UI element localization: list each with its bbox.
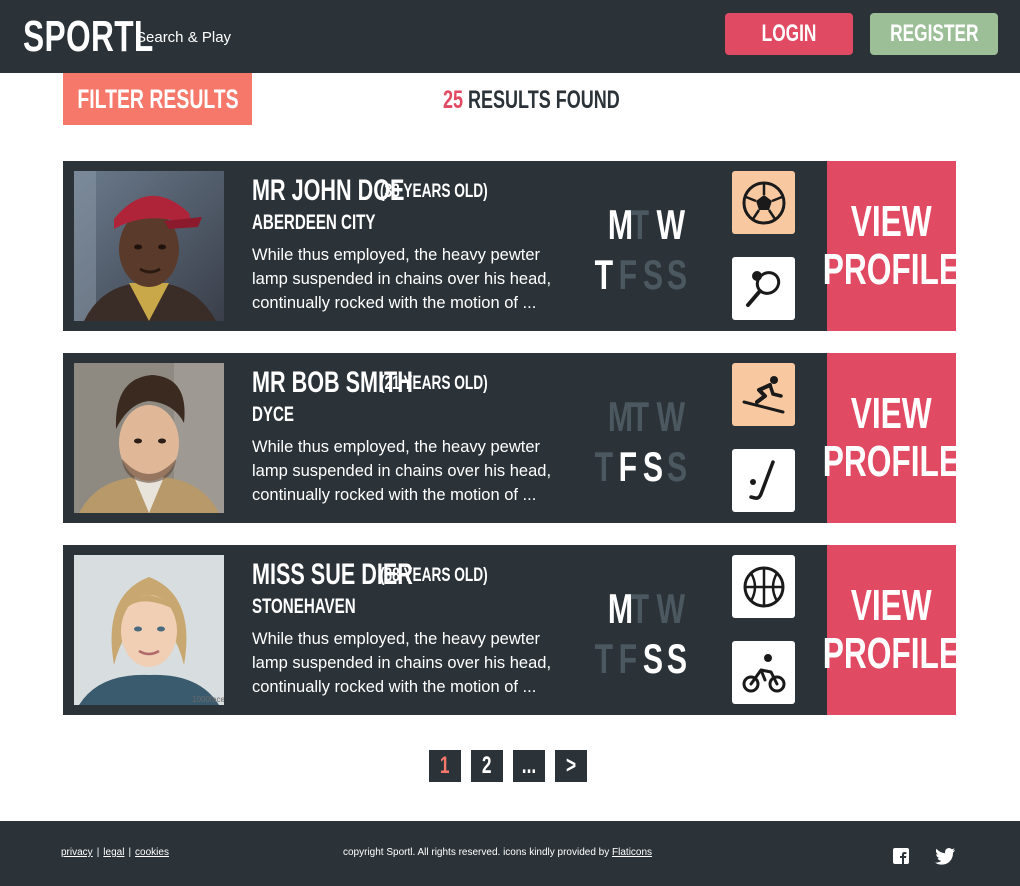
profile-name-line: MR JOHN DOE (33 YEARS OLD) (252, 175, 488, 207)
day-sunday: S (666, 443, 688, 490)
profile-description: While thus employed, the heavy pewter la… (252, 246, 552, 312)
flaticons-link[interactable]: Flaticons (612, 847, 652, 858)
profile-description: While thus employed, the heavy pewter la… (252, 438, 552, 504)
day-sunday: S (666, 635, 688, 682)
day-tuesday: T (630, 585, 650, 632)
register-button[interactable]: REGISTER (870, 13, 998, 55)
cookies-link[interactable]: cookies (135, 847, 169, 858)
profile-city: DYCE (252, 403, 295, 426)
day-thursday: T (594, 251, 614, 298)
day-monday: M (607, 201, 634, 248)
filter-results-button[interactable]: FILTER RESULTS (63, 73, 252, 125)
day-monday: M (607, 585, 634, 632)
page-1-button[interactable]: 1 (429, 750, 461, 782)
day-sunday: S (666, 251, 688, 298)
site-footer: privacy | legal | cookies copyright Sportl. … (0, 821, 1020, 886)
facebook-icon[interactable] (891, 846, 911, 866)
page-2-button[interactable]: 2 (471, 750, 503, 782)
tagline: Search & Play (136, 29, 232, 46)
profile-photo: 1000face (74, 555, 224, 705)
profile-name-line: MR BOB SMITH (21 YEARS OLD) (252, 367, 488, 399)
site-header: SPORTL Search & Play LOGIN REGISTER (0, 0, 1020, 73)
day-friday: F (618, 443, 638, 490)
view-profile-button[interactable]: VIEW PROFILE (823, 545, 960, 715)
results-count: 25 RESULTS FOUND (443, 86, 688, 114)
twitter-icon[interactable] (935, 846, 955, 866)
tennis-icon (732, 257, 795, 320)
day-saturday: S (642, 635, 664, 682)
profile-card: MR JOHN DOE (33 YEARS OLD) ABERDEEN CITY… (63, 161, 960, 331)
results-number: 25 (443, 86, 464, 114)
day-saturday: S (642, 251, 664, 298)
basketball-icon (732, 555, 795, 618)
day-tuesday: T (630, 201, 650, 248)
privacy-link[interactable]: privacy (61, 847, 93, 858)
copyright-text: copyright Sportl. All rights reserved. i… (343, 847, 653, 858)
day-wednesday: W (656, 393, 686, 440)
soccer-ball-icon (732, 171, 795, 234)
day-monday: M (607, 393, 634, 440)
profile-age: (33 YEARS OLD) (380, 181, 488, 202)
footer-links: privacy | legal | cookies (61, 847, 169, 858)
photo-watermark: 1000face (192, 695, 224, 704)
results-label: RESULTS FOUND (468, 86, 620, 114)
day-thursday: T (594, 635, 614, 682)
day-friday: F (618, 251, 638, 298)
hockey-stick-icon (732, 449, 795, 512)
profile-age: (21 YEARS OLD) (380, 373, 488, 394)
day-friday: F (618, 635, 638, 682)
login-button[interactable]: LOGIN (725, 13, 853, 55)
profile-photo (74, 171, 224, 321)
day-tuesday: T (630, 393, 650, 440)
legal-link[interactable]: legal (103, 847, 124, 858)
skiing-icon (732, 363, 795, 426)
next-page-button[interactable]: > (555, 750, 587, 782)
view-profile-button[interactable]: VIEW PROFILE (823, 353, 960, 523)
day-wednesday: W (656, 585, 686, 632)
page-ellipsis-button[interactable]: ... (513, 750, 545, 782)
view-profile-button[interactable]: VIEW PROFILE (823, 161, 960, 331)
profile-card: MR BOB SMITH (21 YEARS OLD) DYCE While t… (63, 353, 960, 523)
profile-city: ABERDEEN CITY (252, 211, 376, 234)
cycling-icon (732, 641, 795, 704)
profile-description: While thus employed, the heavy pewter la… (252, 630, 552, 696)
day-wednesday: W (656, 201, 686, 248)
day-thursday: T (594, 443, 614, 490)
profile-name-line: MISS SUE DIER (38 YEARS OLD) (252, 559, 488, 591)
profile-city: STONEHAVEN (252, 595, 356, 618)
profile-photo (74, 363, 224, 513)
day-saturday: S (642, 443, 664, 490)
profile-card: 1000face MISS SUE DIER (38 YEARS OLD) ST… (63, 545, 960, 715)
profile-age: (38 YEARS OLD) (380, 565, 488, 586)
